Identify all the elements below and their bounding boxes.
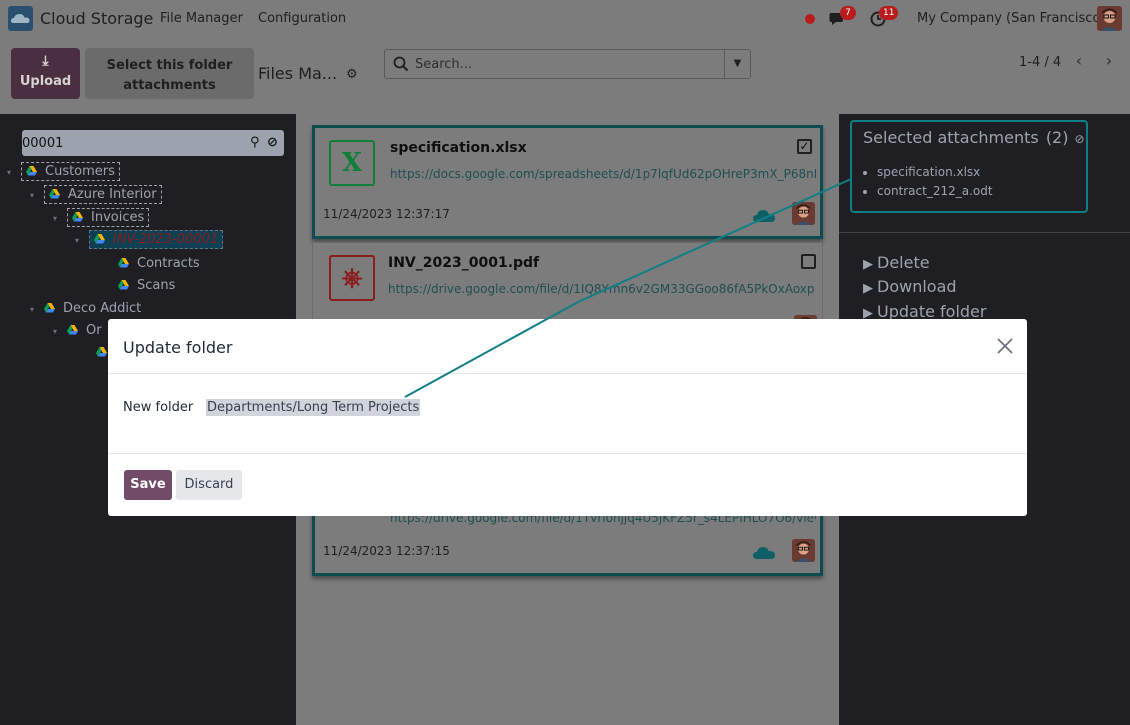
delete-action[interactable]: ▶ Delete: [863, 253, 930, 272]
cloud-icon: [753, 210, 775, 222]
excel-icon: X: [329, 140, 375, 186]
tree-node-deco-addict[interactable]: ▾ Deco Addict: [30, 301, 141, 316]
tree-node-contracts[interactable]: Contracts: [118, 256, 200, 271]
tree-node-scans[interactable]: Scans: [118, 278, 175, 293]
pager-previous-icon[interactable]: ‹: [1066, 49, 1092, 73]
search-input[interactable]: [415, 55, 715, 73]
search-options-toggle[interactable]: ▼: [724, 50, 750, 78]
app-name[interactable]: Cloud Storage: [40, 9, 153, 28]
caret-right-icon: ▶: [863, 257, 873, 272]
selection-count: (2): [1045, 128, 1069, 147]
cloud-app-icon[interactable]: [8, 6, 33, 31]
google-drive-icon: [44, 303, 55, 313]
action-label: Download: [877, 277, 957, 296]
search-icon: [393, 56, 409, 72]
google-drive-icon: [118, 258, 129, 268]
tree-toggle-icon[interactable]: ▾: [53, 214, 57, 223]
cloud-icon: [753, 547, 775, 559]
chat-count-badge: 7: [840, 6, 856, 20]
tree-search-box: ⚲ ⊘: [22, 130, 284, 156]
attachment-checkbox-checked[interactable]: ✓: [797, 139, 812, 154]
tree-node-label: INV-2023-00001: [113, 232, 219, 247]
attachment-name: INV_2023_0001.pdf: [388, 255, 540, 271]
attachment-date: 11/24/2023 12:37:15: [323, 544, 450, 558]
google-drive-icon: [96, 347, 107, 357]
divider: [839, 232, 1130, 233]
save-button[interactable]: Save: [124, 470, 172, 500]
selected-attachments-box: Selected attachments (2) ⊘ specification.…: [850, 120, 1088, 213]
attachment-url[interactable]: https://drive.google.com/file/d/1IQ8Ymn6…: [388, 282, 814, 296]
owner-avatar: [792, 202, 815, 225]
selected-attachments-title: Selected attachments (2) ⊘: [863, 128, 1085, 147]
control-panel: ⤓ Upload Select this folder attachments …: [0, 37, 1130, 114]
attachment-checkbox[interactable]: [801, 254, 816, 269]
search-bar: ▼: [384, 49, 751, 79]
pager-next-icon[interactable]: ›: [1096, 49, 1122, 73]
tree-toggle-icon[interactable]: ▾: [53, 327, 57, 336]
menu-file-manager[interactable]: File Manager: [160, 11, 243, 26]
breadcrumb-title: Files Ma...: [258, 64, 338, 83]
attachment-card[interactable]: X specification.xlsx https://docs.google…: [312, 125, 823, 239]
google-drive-icon: [49, 189, 60, 199]
top-navbar: Cloud Storage File Manager Configuration…: [0, 0, 1130, 37]
dialog-title: Update folder: [123, 338, 233, 357]
clear-selection-icon[interactable]: ⊘: [1074, 132, 1084, 146]
tree-node-orders[interactable]: ▾ Or: [53, 323, 102, 338]
menu-configuration[interactable]: Configuration: [258, 11, 346, 26]
owner-avatar: [792, 539, 815, 562]
google-drive-icon: [72, 212, 83, 222]
tree-toggle-icon[interactable]: ▾: [30, 191, 34, 200]
gear-icon[interactable]: ⚙: [346, 67, 358, 82]
action-label: Delete: [877, 253, 930, 272]
pager-value[interactable]: 1-4 / 4: [1019, 55, 1061, 70]
google-drive-icon: [67, 325, 78, 335]
attachment-url[interactable]: https://docs.google.com/spreadsheets/d/1…: [390, 167, 816, 181]
activity-count-badge: 11: [879, 6, 899, 20]
tree-node-label: Customers: [45, 164, 115, 179]
divider: [108, 453, 1027, 454]
tree-node-label: Azure Interior: [68, 187, 157, 202]
upload-button[interactable]: ⤓ Upload: [11, 48, 80, 99]
tree-node-label: Or: [86, 323, 102, 338]
tree-node-label: Deco Addict: [63, 301, 142, 316]
tree-toggle-icon[interactable]: ▾: [7, 168, 11, 177]
status-dot-icon[interactable]: [805, 14, 815, 24]
tree-node-label: Invoices: [91, 210, 145, 225]
tree-node-customers[interactable]: ▾ Customers: [7, 162, 120, 181]
upload-icon: ⤓: [42, 53, 49, 69]
pdf-icon: ⎈: [329, 255, 375, 301]
attachment-name: specification.xlsx: [390, 140, 527, 156]
tree-search-input[interactable]: [22, 134, 242, 152]
search-icon[interactable]: ⚲: [250, 135, 260, 150]
list-item: specification.xlsx: [877, 165, 993, 179]
attachment-date: 11/24/2023 12:37:17: [323, 207, 450, 221]
selection-title-text: Selected attachments: [863, 128, 1039, 147]
clear-icon[interactable]: ⊘: [267, 135, 278, 150]
tree-node-inv-2023-00001[interactable]: ▾ INV-2023-00001: [75, 230, 224, 249]
company-switcher[interactable]: My Company (San Francisco): [917, 11, 1105, 26]
divider: [108, 373, 1027, 374]
select-folder-attachments-button[interactable]: Select this folder attachments: [85, 48, 254, 99]
list-item: contract_212_a.odt: [877, 184, 993, 198]
selected-attachments-list: specification.xlsx contract_212_a.odt: [877, 165, 993, 203]
tree-node-label: Contracts: [137, 256, 200, 271]
caret-right-icon: ▶: [863, 281, 873, 296]
new-folder-label: New folder: [123, 400, 194, 415]
google-drive-icon: [26, 166, 37, 176]
tree-node-invoices[interactable]: ▾ Invoices: [53, 208, 150, 227]
download-action[interactable]: ▶ Download: [863, 277, 957, 296]
upload-label: Upload: [19, 74, 72, 89]
tree-toggle-icon[interactable]: ▾: [75, 236, 79, 245]
tree-node-label: Scans: [137, 278, 176, 293]
new-folder-field[interactable]: Departments/Long Term Projects: [206, 399, 421, 416]
tree-toggle-icon[interactable]: ▾: [30, 305, 34, 314]
user-avatar[interactable]: [1097, 6, 1122, 31]
discard-button[interactable]: Discard: [176, 470, 242, 500]
google-drive-icon: [94, 234, 105, 244]
tree-node-azure-interior[interactable]: ▾ Azure Interior: [30, 185, 162, 204]
google-drive-icon: [118, 280, 129, 290]
close-icon[interactable]: [995, 336, 1015, 356]
update-folder-dialog: Update folder New folder Departments/Lon…: [108, 319, 1027, 516]
